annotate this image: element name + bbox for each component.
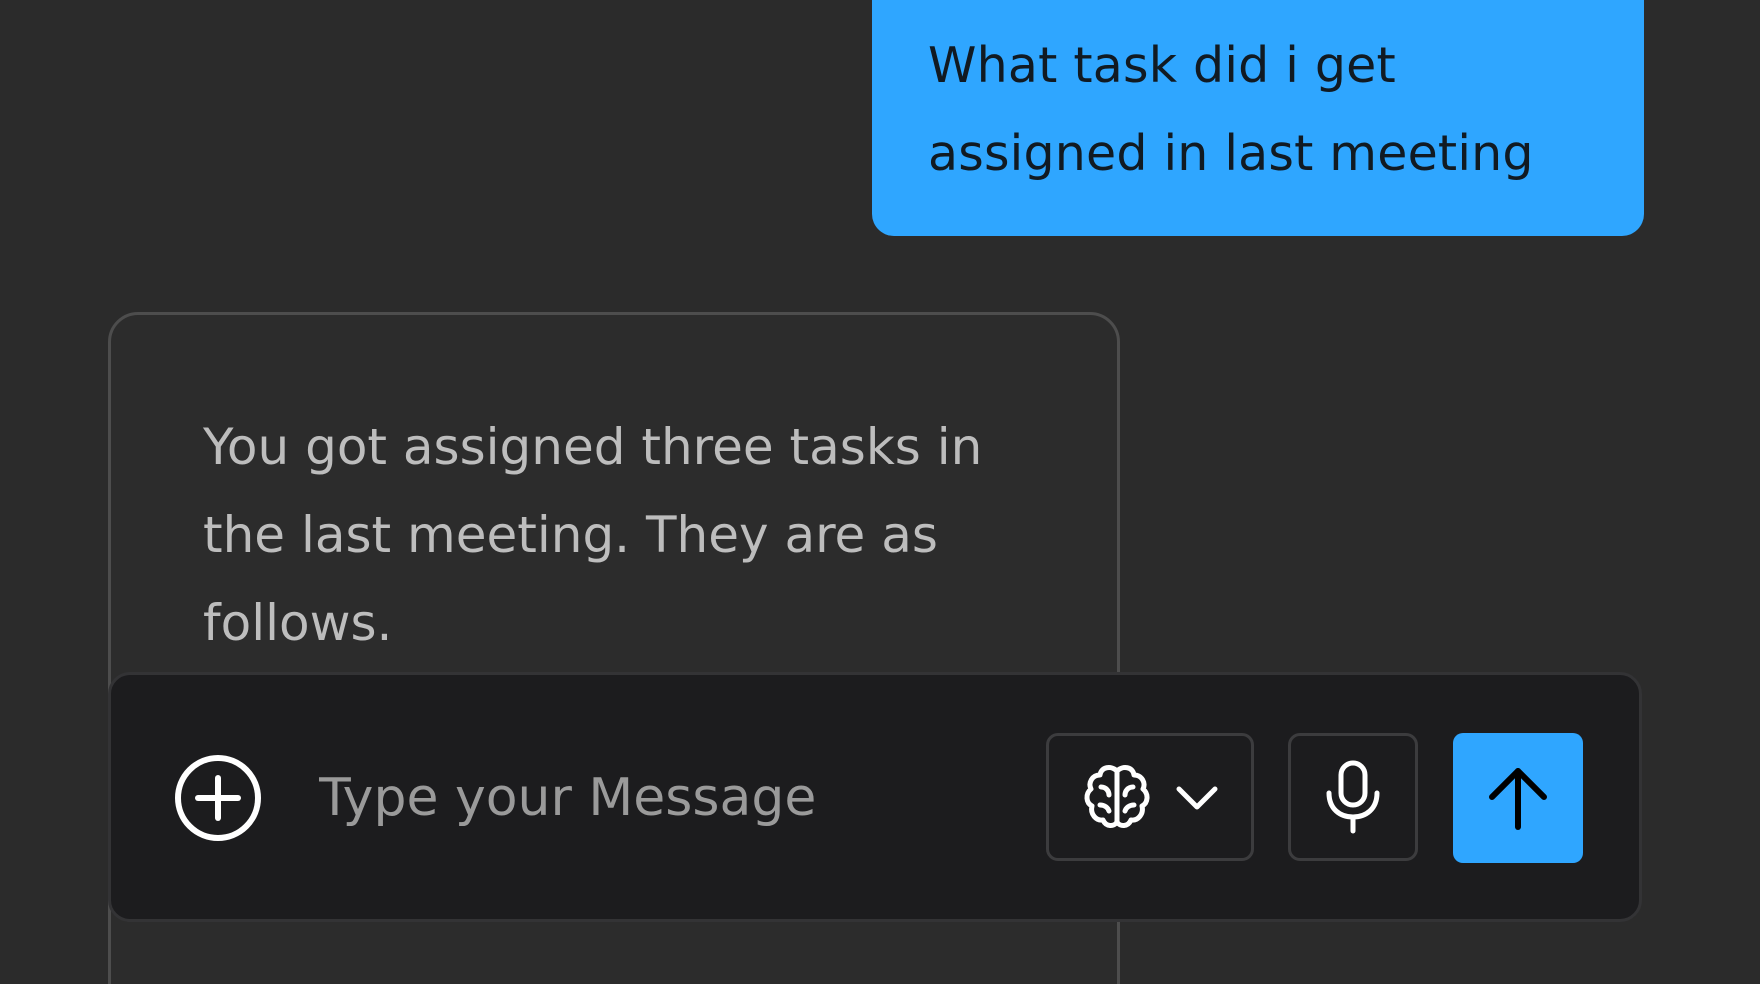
arrow-up-icon	[1486, 763, 1550, 833]
user-message-text: What task did i get assigned in last mee…	[928, 37, 1534, 182]
microphone-icon	[1323, 759, 1383, 835]
model-selector-button[interactable]	[1046, 733, 1254, 861]
assistant-message-text: You got assigned three tasks in the last…	[203, 418, 983, 652]
chevron-down-icon	[1175, 783, 1219, 811]
chat-screen: What task did i get assigned in last mee…	[0, 0, 1760, 984]
message-composer	[108, 672, 1642, 922]
brain-icon	[1081, 761, 1153, 833]
add-attachment-button[interactable]	[173, 753, 263, 843]
message-input[interactable]	[319, 745, 1019, 851]
plus-circle-icon	[173, 753, 263, 843]
send-button[interactable]	[1453, 733, 1583, 863]
microphone-button[interactable]	[1288, 733, 1418, 861]
user-message-bubble: What task did i get assigned in last mee…	[872, 0, 1644, 236]
